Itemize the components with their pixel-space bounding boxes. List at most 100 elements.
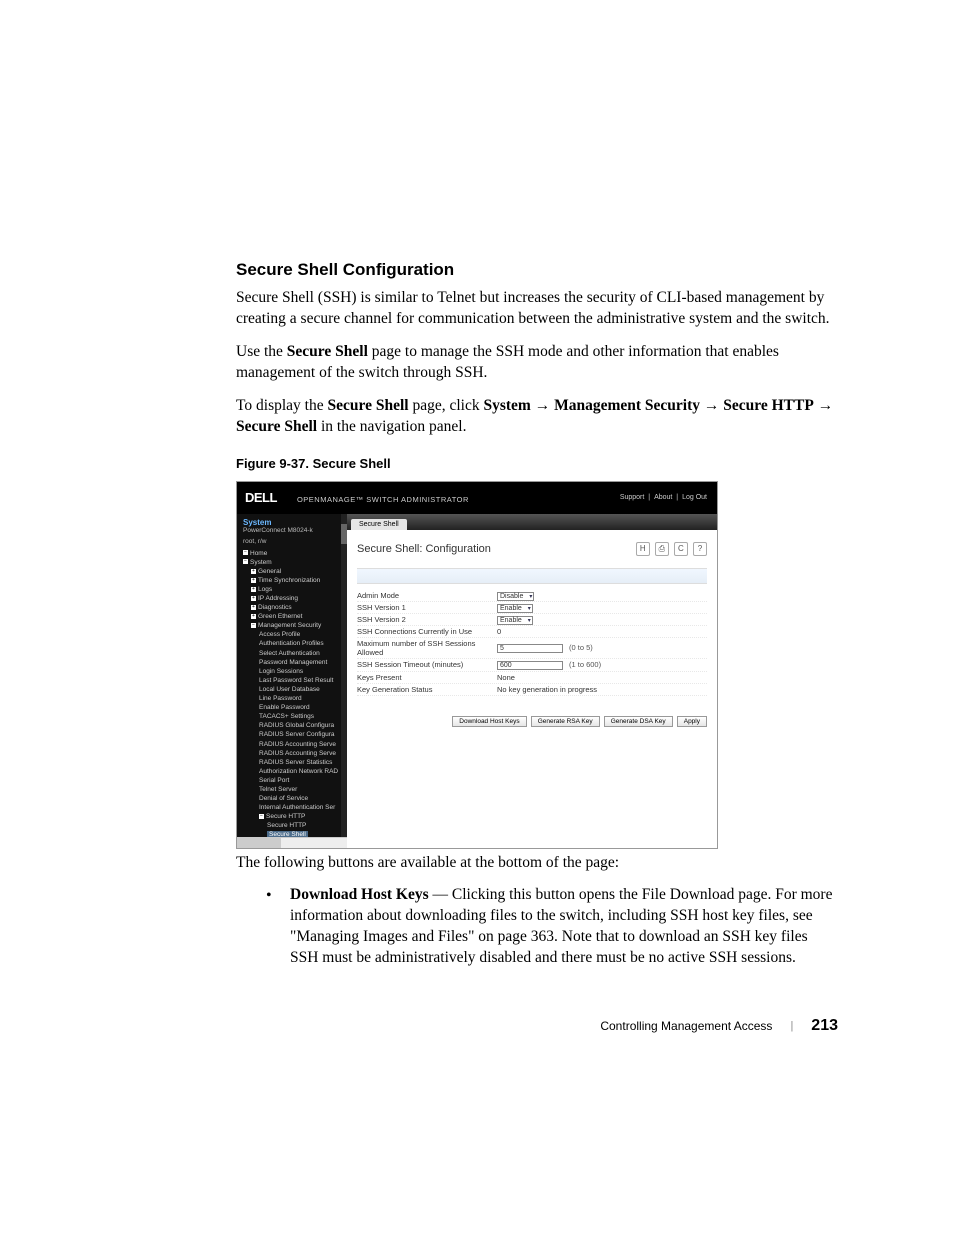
nav-tree[interactable]: −Home−System+General+Time Synchronizatio…	[243, 549, 347, 837]
label-keys-present: Keys Present	[357, 673, 497, 682]
select-admin-mode[interactable]: Disable	[497, 592, 534, 601]
nav-sidebar[interactable]: System PowerConnect M8024-k root, r/w −H…	[237, 514, 347, 837]
button-row: Download Host Keys Generate RSA Key Gene…	[357, 716, 707, 727]
tree-toggle-icon[interactable]: +	[251, 587, 256, 592]
generate-dsa-key-button[interactable]: Generate DSA Key	[604, 716, 673, 727]
refresh-icon[interactable]: C	[674, 542, 688, 556]
nav-item[interactable]: Line Password	[259, 694, 347, 703]
tree-toggle-icon[interactable]: +	[251, 578, 256, 583]
nav-item[interactable]: +Diagnostics	[251, 603, 347, 612]
nav-item-label: Password Management	[259, 659, 327, 666]
nav-item[interactable]: −Home	[243, 549, 347, 558]
nav-item[interactable]: RADIUS Accounting Serve	[259, 740, 347, 749]
nav-item[interactable]: RADIUS Accounting Serve	[259, 749, 347, 758]
download-host-keys-button[interactable]: Download Host Keys	[452, 716, 526, 727]
help-icon[interactable]: ?	[693, 542, 707, 556]
tree-toggle-icon[interactable]: +	[251, 596, 256, 601]
nav-item-label: Authentication Profiles	[259, 640, 324, 647]
print-icon[interactable]: ⎙	[655, 542, 669, 556]
nav-item[interactable]: −Secure HTTP	[259, 812, 347, 821]
nav-item-label: Local User Database	[259, 686, 320, 693]
tree-toggle-icon[interactable]: −	[243, 550, 248, 555]
nav-item[interactable]: Select Authentication	[259, 649, 347, 658]
tree-toggle-icon[interactable]: +	[251, 614, 256, 619]
select-ssh-v1[interactable]: Enable	[497, 604, 533, 613]
select-ssh-v2[interactable]: Enable	[497, 616, 533, 625]
nav-item[interactable]: Last Password Set Result	[259, 676, 347, 685]
nav-item[interactable]: +Green Ethernet	[251, 612, 347, 621]
nav-item[interactable]: TACACS+ Settings	[259, 712, 347, 721]
value-keygen-status: No key generation in progress	[497, 685, 597, 694]
link-logout[interactable]: Log Out	[682, 494, 707, 501]
tree-toggle-icon[interactable]: −	[251, 623, 256, 628]
nav-item[interactable]: −System	[243, 558, 347, 567]
apply-button[interactable]: Apply	[677, 716, 707, 727]
save-icon[interactable]: H	[636, 542, 650, 556]
nav-item-label: Green Ethernet	[258, 613, 302, 620]
nav-item[interactable]: Denial of Service	[259, 794, 347, 803]
nav-item-label: Time Synchronization	[258, 577, 320, 584]
top-links: Support | About | Log Out	[618, 494, 709, 501]
tree-toggle-icon[interactable]: +	[251, 605, 256, 610]
sidebar-scrollbar[interactable]	[341, 514, 347, 837]
nav-item[interactable]: −Management Security	[251, 621, 347, 630]
nav-item[interactable]: +Time Synchronization	[251, 576, 347, 585]
text: Use the	[236, 343, 287, 360]
nav-item-label: Serial Port	[259, 777, 289, 784]
label-ssh-v2: SSH Version 2	[357, 615, 497, 624]
nav-item[interactable]: Internal Authentication Ser	[259, 803, 347, 812]
nav-item-label: General	[258, 568, 281, 575]
nav-item-label: RADIUS Accounting Serve	[259, 750, 336, 757]
tree-toggle-icon[interactable]: +	[251, 569, 256, 574]
nav-item[interactable]: Telnet Server	[259, 785, 347, 794]
nav-item-label: Enable Password	[259, 704, 310, 711]
sidebar-hscroll[interactable]	[237, 837, 347, 848]
link-about[interactable]: About	[654, 494, 672, 501]
nav-item-label: Telnet Server	[259, 786, 297, 793]
app-topbar: DELL OPENMANAGE™ SWITCH ADMINISTRATOR Su…	[237, 482, 717, 514]
nav-item[interactable]: Enable Password	[259, 703, 347, 712]
label-timeout: SSH Session Timeout (minutes)	[357, 660, 497, 669]
footer-chapter: Controlling Management Access	[600, 1019, 772, 1033]
nav-item[interactable]: +Logs	[251, 585, 347, 594]
nav-item[interactable]: RADIUS Global Configura	[259, 721, 347, 730]
sidebar-device: PowerConnect M8024-k	[243, 527, 347, 534]
nav-item-label: RADIUS Server Statistics	[259, 759, 332, 766]
nav-item[interactable]: RADIUS Server Statistics	[259, 758, 347, 767]
page-footer: Controlling Management Access | 213	[600, 1017, 838, 1035]
nav-item[interactable]: Access Profile	[259, 630, 347, 639]
text-bold: Secure Shell	[287, 343, 368, 360]
bullet-list: Download Host Keys — Clicking this butto…	[260, 885, 838, 969]
text-bold: Secure HTTP	[723, 397, 814, 414]
footer-page-number: 213	[811, 1017, 838, 1035]
nav-item[interactable]: Serial Port	[259, 776, 347, 785]
tree-toggle-icon[interactable]: −	[243, 559, 248, 564]
nav-item-label: RADIUS Server Configura	[259, 731, 335, 738]
paragraph-intro: Secure Shell (SSH) is similar to Telnet …	[236, 288, 838, 330]
nav-item[interactable]: RADIUS Server Configura	[259, 730, 347, 739]
label-ssh-v1: SSH Version 1	[357, 603, 497, 612]
input-timeout[interactable]: 600	[497, 661, 563, 670]
nav-item[interactable]: Authentication Profiles	[259, 639, 347, 648]
nav-item-label: Management Security	[258, 622, 321, 629]
text-bold: Secure Shell	[236, 418, 317, 435]
nav-item[interactable]: Local User Database	[259, 685, 347, 694]
nav-item[interactable]: +General	[251, 567, 347, 576]
nav-item[interactable]: Secure HTTP	[267, 821, 347, 830]
nav-item[interactable]: +IP Addressing	[251, 594, 347, 603]
tree-toggle-icon[interactable]: −	[259, 814, 264, 819]
nav-item[interactable]: Password Management	[259, 658, 347, 667]
generate-rsa-key-button[interactable]: Generate RSA Key	[531, 716, 600, 727]
label-admin-mode: Admin Mode	[357, 591, 497, 600]
nav-item[interactable]: Authorization Network RAD	[259, 767, 347, 776]
nav-item-label: IP Addressing	[258, 595, 298, 602]
tab-row: Secure Shell	[347, 514, 717, 530]
input-max-sessions[interactable]: 5	[497, 644, 563, 653]
hint-timeout: (1 to 600)	[569, 660, 601, 669]
nav-item[interactable]: Login Sessions	[259, 667, 347, 676]
link-support[interactable]: Support	[620, 494, 645, 501]
tab-secure-shell[interactable]: Secure Shell	[351, 519, 407, 530]
figure-caption: Figure 9-37. Secure Shell	[236, 456, 838, 471]
section-divider	[357, 568, 707, 584]
hint-max-sessions: (0 to 5)	[569, 643, 593, 652]
